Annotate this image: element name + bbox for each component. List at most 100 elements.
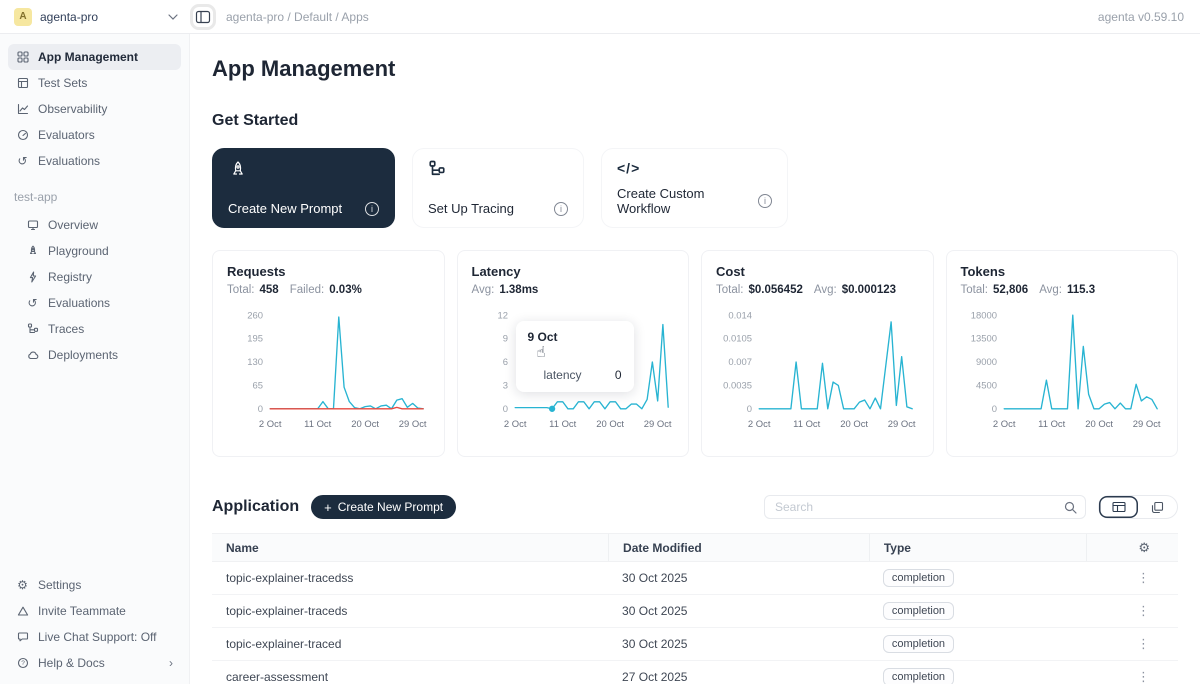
type-badge: completion: [883, 569, 954, 587]
rocket-icon: [26, 245, 39, 257]
row-actions[interactable]: ⋮: [1086, 570, 1178, 586]
date-modified: 27 Oct 2025: [608, 670, 869, 684]
table-row[interactable]: topic-explainer-traced 30 Oct 2025 compl…: [212, 628, 1178, 661]
app-name[interactable]: career-assessment: [212, 670, 608, 684]
column-header-name[interactable]: Name: [212, 534, 608, 561]
sidebar-item-evaluators[interactable]: Evaluators: [8, 122, 181, 148]
type-cell: completion: [869, 668, 1086, 684]
trace-tree-icon: [428, 160, 446, 178]
row-actions[interactable]: ⋮: [1086, 603, 1178, 619]
sidebar-item-test-sets[interactable]: Test Sets: [8, 70, 181, 96]
get-started-cards: Create New Prompt i Set Up Tracing i </>…: [212, 148, 1178, 228]
chart-line-icon: [16, 103, 29, 115]
column-header-date-modified[interactable]: Date Modified: [608, 534, 869, 561]
create-custom-workflow-card[interactable]: </> Create Custom Workflow i: [601, 148, 788, 228]
cursor-pointer-icon: ☝: [537, 345, 622, 360]
svg-text:?: ?: [21, 660, 25, 667]
svg-text:11 Oct: 11 Oct: [1038, 419, 1065, 430]
sidebar-panel-icon: [195, 10, 211, 24]
search-input[interactable]: [773, 499, 1058, 515]
app-name[interactable]: topic-explainer-traced: [212, 637, 608, 651]
get-started-heading: Get Started: [212, 112, 1178, 130]
sidebar-item-overview[interactable]: Overview: [18, 212, 181, 238]
sidebar-item-traces[interactable]: Traces: [18, 316, 181, 342]
code-icon: </>: [617, 160, 772, 176]
svg-text:29 Oct: 29 Oct: [399, 419, 427, 430]
applications-table: Name Date Modified Type ⚙ topic-explaine…: [212, 533, 1178, 684]
search-icon: [1064, 501, 1077, 514]
type-cell: completion: [869, 602, 1086, 620]
workspace-selector[interactable]: A agenta-pro: [0, 8, 190, 26]
trace-tree-icon: [26, 323, 39, 335]
card-view-button[interactable]: [1138, 496, 1177, 518]
sidebar-item-invite-teammate[interactable]: Invite Teammate: [8, 598, 181, 624]
view-toggle: [1098, 495, 1178, 519]
row-actions[interactable]: ⋮: [1086, 636, 1178, 652]
svg-text:0: 0: [991, 404, 996, 415]
info-icon[interactable]: i: [554, 202, 568, 216]
application-heading: Application: [212, 498, 299, 516]
sidebar-item-registry[interactable]: Registry: [18, 264, 181, 290]
type-cell: completion: [869, 635, 1086, 653]
card-label: Create Custom Workflow: [617, 186, 744, 216]
breadcrumb[interactable]: agenta-pro / Default / Apps: [226, 10, 369, 24]
sidebar-item-observability[interactable]: Observability: [8, 96, 181, 122]
sidebar-item-app-management[interactable]: App Management: [8, 44, 181, 70]
requests-chart[interactable]: 2601951306502 Oct11 Oct20 Oct29 Oct: [227, 308, 430, 432]
create-new-prompt-card[interactable]: Create New Prompt i: [212, 148, 395, 228]
sidebar-group-label: test-app: [14, 190, 181, 204]
rocket-icon: [228, 160, 248, 180]
svg-text:2 Oct: 2 Oct: [259, 419, 282, 430]
sidebar-item-evaluations[interactable]: ↺ Evaluations: [8, 148, 181, 174]
table-view-icon: [1112, 501, 1126, 513]
metrics-cards: Requests Total:458 Failed:0.03% 26019513…: [212, 250, 1178, 457]
svg-text:0.0105: 0.0105: [723, 334, 752, 345]
sidebar-toggle-button[interactable]: [190, 4, 216, 30]
series-name: latency: [544, 368, 582, 382]
latency-chart-card: Latency Avg:1.38ms 1296302 Oct11 Oct20 O…: [457, 250, 690, 457]
sidebar-item-help-docs[interactable]: ? Help & Docs ›: [8, 650, 181, 676]
gear-icon: ⚙: [1138, 540, 1150, 556]
info-icon[interactable]: i: [365, 202, 379, 216]
create-new-prompt-button[interactable]: + Create New Prompt: [311, 495, 456, 519]
series-value: 0: [615, 368, 622, 382]
svg-text:0: 0: [502, 404, 507, 415]
loop-icon: ↺: [16, 155, 29, 167]
row-actions[interactable]: ⋮: [1086, 669, 1178, 684]
app-name[interactable]: topic-explainer-traceds: [212, 604, 608, 618]
page-title: App Management: [212, 56, 1178, 82]
table-row[interactable]: topic-explainer-tracedss 30 Oct 2025 com…: [212, 562, 1178, 595]
tooltip-series-row: latency 0: [528, 368, 622, 382]
chart-title: Cost: [716, 264, 919, 279]
sidebar-item-playground[interactable]: Playground: [18, 238, 181, 264]
cost-chart[interactable]: 0.0140.01050.0070.003502 Oct11 Oct20 Oct…: [716, 308, 919, 432]
svg-text:4500: 4500: [976, 381, 997, 392]
table-row[interactable]: topic-explainer-traceds 30 Oct 2025 comp…: [212, 595, 1178, 628]
card-label: Set Up Tracing: [428, 201, 514, 216]
chevron-right-icon: ›: [169, 656, 173, 670]
table-icon: [16, 77, 29, 89]
column-settings[interactable]: ⚙: [1086, 534, 1178, 561]
info-icon[interactable]: i: [758, 194, 772, 208]
set-up-tracing-card[interactable]: Set Up Tracing i: [412, 148, 584, 228]
app-name[interactable]: topic-explainer-tracedss: [212, 571, 608, 585]
workspace-name: agenta-pro: [40, 10, 98, 24]
kebab-menu-icon: ⋮: [1137, 570, 1150, 586]
svg-text:2 Oct: 2 Oct: [748, 419, 771, 430]
table-row[interactable]: career-assessment 27 Oct 2025 completion…: [212, 661, 1178, 684]
chart-tooltip: 9 Oct ☝ latency 0: [516, 321, 634, 392]
sidebar-item-live-chat[interactable]: Live Chat Support: Off: [8, 624, 181, 650]
kebab-menu-icon: ⋮: [1137, 636, 1150, 652]
table-view-button[interactable]: [1099, 496, 1138, 518]
kebab-menu-icon: ⋮: [1137, 603, 1150, 619]
tokens-chart-card: Tokens Total:52,806 Avg:115.3 1800013500…: [946, 250, 1179, 457]
chart-stats: Total:$0.056452 Avg:$0.000123: [716, 284, 919, 296]
table-header: Name Date Modified Type ⚙: [212, 533, 1178, 562]
tokens-chart[interactable]: 18000135009000450002 Oct11 Oct20 Oct29 O…: [961, 308, 1164, 432]
sidebar-item-evaluations-app[interactable]: ↺ Evaluations: [18, 290, 181, 316]
main-content: App Management Get Started Create New Pr…: [190, 34, 1200, 684]
sidebar-item-deployments[interactable]: Deployments: [18, 342, 181, 368]
sidebar-item-settings[interactable]: ⚙ Settings: [8, 572, 181, 598]
date-modified: 30 Oct 2025: [608, 637, 869, 651]
column-header-type[interactable]: Type: [869, 534, 1086, 561]
